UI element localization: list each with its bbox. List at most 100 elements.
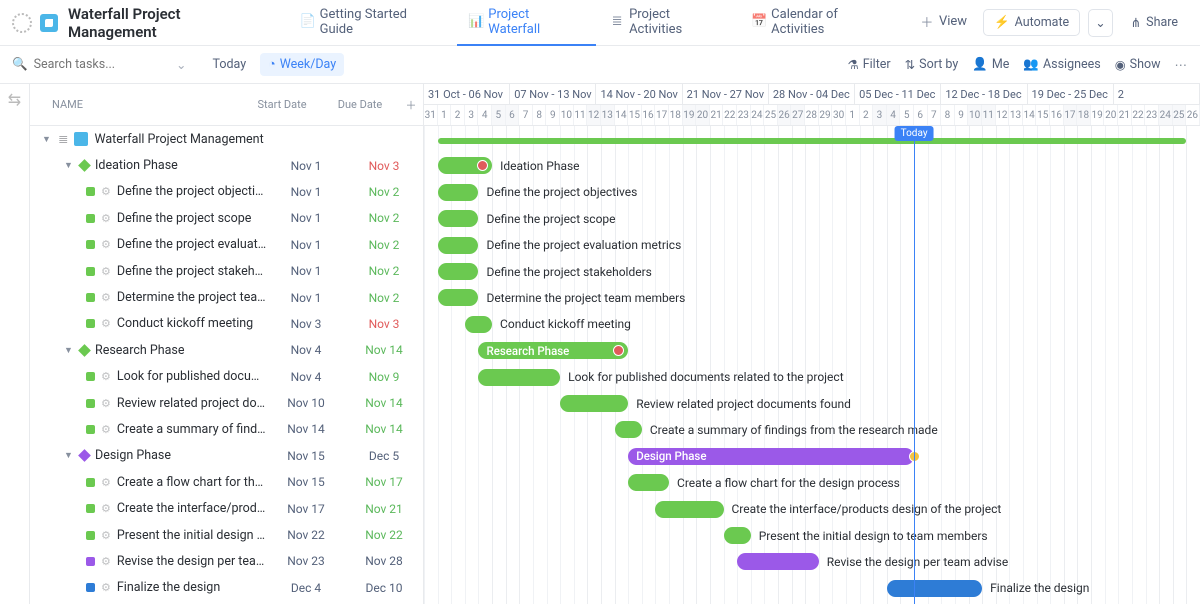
- gantt-bar[interactable]: Determine the project team members: [438, 289, 479, 306]
- tab-project-activities[interactable]: ≣Project Activities: [598, 0, 738, 46]
- task-row[interactable]: ⚙Define the project stakehold...Nov 1Nov…: [30, 258, 423, 284]
- day-header: 26: [1186, 105, 1200, 125]
- task-row[interactable]: ▼Design PhaseNov 15Dec 5: [30, 443, 423, 469]
- task-row[interactable]: ⚙Define the project objectivesNov 1Nov 2: [30, 179, 423, 205]
- col-name: NAME: [30, 98, 243, 111]
- gantt-bar[interactable]: Review related project documents found: [560, 395, 628, 412]
- task-row[interactable]: ⚙Create the interface/product...Nov 17No…: [30, 495, 423, 521]
- bar-label: Look for published documents related to …: [568, 370, 844, 384]
- day-header: 13: [601, 105, 615, 125]
- gantt-bar[interactable]: Research Phase: [478, 342, 628, 359]
- day-header: 19: [1091, 105, 1105, 125]
- gantt-bar[interactable]: Create a summary of findings from the re…: [615, 421, 642, 438]
- task-row[interactable]: ⚙Define the project evaluation...Nov 1No…: [30, 232, 423, 258]
- task-row[interactable]: ▼Ideation PhaseNov 1Nov 3: [30, 152, 423, 178]
- day-header: 28: [805, 105, 819, 125]
- gantt-bar[interactable]: [438, 138, 1187, 144]
- task-row[interactable]: ⚙Create a summary of finding...Nov 14Nov…: [30, 416, 423, 442]
- automate-button[interactable]: ⚡ Automate: [983, 9, 1080, 36]
- task-icon: [86, 399, 95, 408]
- start-date: Nov 22: [267, 528, 345, 542]
- more-icon[interactable]: ⋯: [1175, 57, 1189, 73]
- task-row[interactable]: ⚙Define the project scopeNov 1Nov 2: [30, 205, 423, 231]
- due-date: Nov 14: [345, 422, 423, 436]
- gantt-bar[interactable]: Present the initial design to team membe…: [724, 527, 751, 544]
- task-row[interactable]: ▼Research PhaseNov 4Nov 14: [30, 337, 423, 363]
- brand-icon: [40, 14, 58, 32]
- gantt-bar[interactable]: Design Phase: [628, 448, 914, 465]
- caret-icon[interactable]: ▼: [64, 345, 74, 356]
- add-column-button[interactable]: ＋: [399, 97, 423, 113]
- task-row[interactable]: ⚙Conduct kickoff meetingNov 3Nov 3: [30, 311, 423, 337]
- filter-button[interactable]: ⚗ Filter: [847, 57, 890, 73]
- tab-project-waterfall[interactable]: 📊Project Waterfall: [457, 0, 596, 46]
- start-date: Nov 10: [267, 396, 345, 410]
- gantt-bar[interactable]: Revise the design per team advise: [737, 553, 819, 570]
- caret-icon[interactable]: ▼: [42, 134, 52, 145]
- gantt-bar[interactable]: Define the project evaluation metrics: [438, 237, 479, 254]
- search-dropdown-icon[interactable]: ⌄: [176, 57, 186, 73]
- gantt-bar[interactable]: Define the project scope: [438, 210, 479, 227]
- day-header: 1: [846, 105, 860, 125]
- caret-icon[interactable]: ▼: [64, 160, 74, 171]
- day-header: 14: [1023, 105, 1037, 125]
- start-date: Nov 1: [267, 159, 345, 173]
- me-button[interactable]: 👤 Me: [972, 57, 1009, 72]
- day-header: 8: [941, 105, 955, 125]
- task-row[interactable]: ⚙Determine the project team ...Nov 1Nov …: [30, 284, 423, 310]
- day-header: 12: [587, 105, 601, 125]
- due-date: Nov 21: [345, 502, 423, 516]
- doc-icon: 📄: [301, 15, 315, 29]
- task-name: Review related project docu...: [117, 396, 267, 411]
- tab-calendar-of-activities[interactable]: 📅Calendar of Activities: [740, 0, 906, 46]
- due-date: Nov 28: [345, 554, 423, 568]
- gantt-bar[interactable]: Look for published documents related to …: [478, 369, 560, 386]
- day-header: 5: [492, 105, 506, 125]
- today-line: [914, 126, 915, 604]
- gantt-bar[interactable]: Conduct kickoff meeting: [465, 316, 492, 333]
- status-dot-icon: [613, 345, 624, 356]
- task-row[interactable]: ⚙Review related project docu...Nov 10Nov…: [30, 390, 423, 416]
- show-button[interactable]: ◉ Show: [1115, 57, 1161, 73]
- plus-icon: ＋: [920, 15, 934, 29]
- weekday-toggle[interactable]: ◔ Week/Day: [260, 53, 344, 76]
- gantt-bar[interactable]: Ideation Phase: [438, 157, 492, 174]
- task-row[interactable]: ⚙Revise the design per team a...Nov 23No…: [30, 548, 423, 574]
- bar-label: Define the project objectives: [486, 185, 637, 199]
- caret-icon[interactable]: ▼: [64, 450, 74, 461]
- due-date: Nov 9: [345, 370, 423, 384]
- today-button[interactable]: Today: [204, 53, 254, 76]
- sortby-button[interactable]: ⇅ Sort by: [905, 57, 959, 73]
- gantt-bar[interactable]: Define the project stakeholders: [438, 263, 479, 280]
- tab-view[interactable]: ＋View: [908, 0, 979, 46]
- task-icon: [86, 557, 95, 566]
- bar-label: Determine the project team members: [486, 291, 685, 305]
- tab-getting-started-guide[interactable]: 📄Getting Started Guide: [289, 0, 456, 46]
- day-header: 16: [1050, 105, 1064, 125]
- gantt-bar[interactable]: Create the interface/products design of …: [655, 501, 723, 518]
- bar-label: Research Phase: [478, 344, 569, 358]
- day-header: 17: [1064, 105, 1078, 125]
- automate-dropdown[interactable]: ⌄: [1088, 9, 1112, 37]
- gantt-bar[interactable]: Finalize the design: [887, 580, 982, 597]
- bar-label: Define the project stakeholders: [486, 265, 651, 279]
- link-icon: ⚙: [101, 397, 111, 410]
- gantt-bar[interactable]: Define the project objectives: [438, 184, 479, 201]
- search-input[interactable]: 🔍: [12, 57, 172, 72]
- link-icon: ⚙: [101, 423, 111, 436]
- task-row[interactable]: ⚙Present the initial design to t...Nov 2…: [30, 522, 423, 548]
- day-header: 14: [615, 105, 629, 125]
- gantt-bar[interactable]: Create a flow chart for the design proce…: [628, 474, 669, 491]
- task-row[interactable]: ⚙Finalize the designDec 4Dec 10: [30, 575, 423, 601]
- assignees-button[interactable]: 👥 Assignees: [1023, 57, 1100, 72]
- task-row[interactable]: ⚙Look for published documen...Nov 4Nov 9: [30, 364, 423, 390]
- sidebar-toggle[interactable]: ⇆: [0, 84, 30, 604]
- today-label: Today: [895, 126, 934, 141]
- day-header: 18: [669, 105, 683, 125]
- task-row[interactable]: ⚙Create a flow chart for the d...Nov 15N…: [30, 469, 423, 495]
- start-date: Nov 4: [267, 343, 345, 357]
- share-button[interactable]: ⋔ Share: [1121, 10, 1188, 36]
- day-header: 12: [996, 105, 1010, 125]
- task-row[interactable]: ▼≣Waterfall Project Management: [30, 126, 423, 152]
- week-header: 21 Nov - 27 Nov: [683, 84, 769, 104]
